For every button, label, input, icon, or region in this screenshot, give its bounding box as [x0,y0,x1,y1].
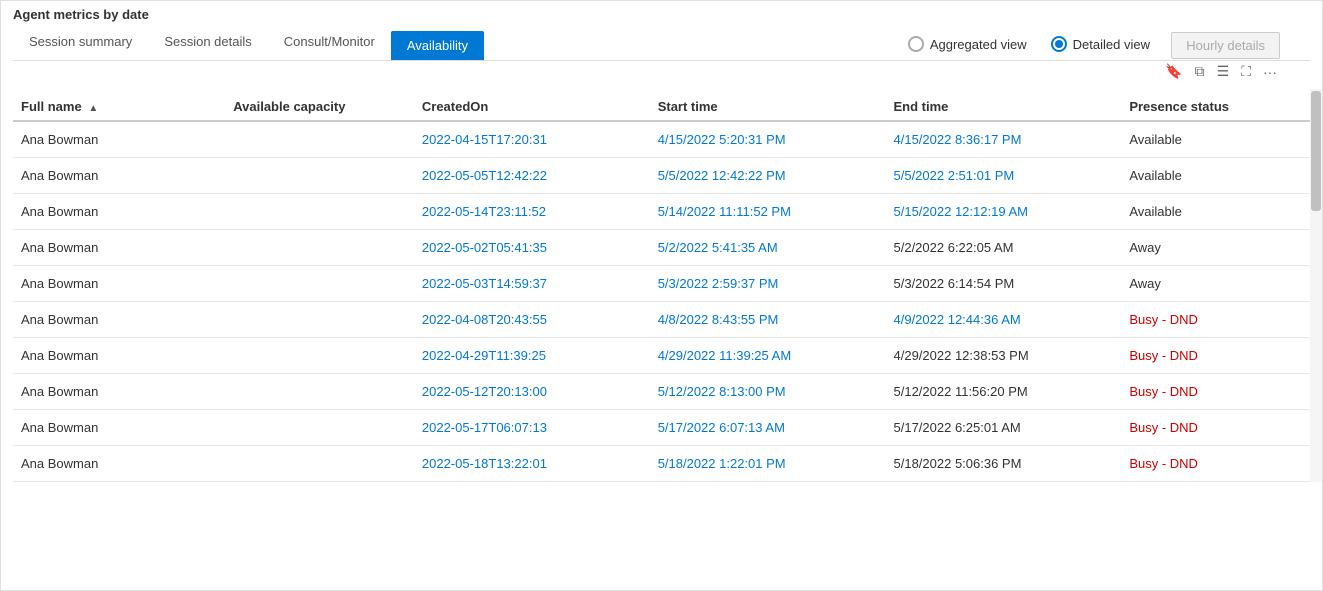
cell-start: 5/14/2022 11:11:52 PM [650,194,886,230]
cell-created: 2022-05-02T05:41:35 [414,230,650,266]
tab-session-details[interactable]: Session details [148,26,267,60]
cell-end: 5/15/2022 12:12:19 AM [886,194,1122,230]
table-row: Ana Bowman 2022-05-03T14:59:37 5/3/2022 … [13,266,1310,302]
cell-created: 2022-05-05T12:42:22 [414,158,650,194]
aggregated-view-label: Aggregated view [930,37,1027,52]
detailed-radio[interactable] [1051,36,1067,52]
cell-start: 4/8/2022 8:43:55 PM [650,302,886,338]
cell-start: 5/5/2022 12:42:22 PM [650,158,886,194]
cell-status: Busy - DND [1121,410,1310,446]
table-row: Ana Bowman 2022-05-02T05:41:35 5/2/2022 … [13,230,1310,266]
cell-start: 5/17/2022 6:07:13 AM [650,410,886,446]
col-header-fullname[interactable]: Full name ▲ [13,89,225,121]
cell-fullname: Ana Bowman [13,338,225,374]
cell-capacity [225,338,414,374]
table-row: Ana Bowman 2022-04-08T20:43:55 4/8/2022 … [13,302,1310,338]
bookmark-icon[interactable]: 🔖 [1162,61,1185,82]
cell-capacity [225,410,414,446]
detailed-view-option[interactable]: Detailed view [1051,36,1150,52]
cell-created: 2022-05-17T06:07:13 [414,410,650,446]
col-header-start: Start time [650,89,886,121]
scrollbar-track[interactable] [1310,89,1322,482]
cell-status: Available [1121,158,1310,194]
cell-capacity [225,158,414,194]
cell-fullname: Ana Bowman [13,446,225,482]
cell-capacity [225,374,414,410]
cell-start: 5/3/2022 2:59:37 PM [650,266,886,302]
cell-fullname: Ana Bowman [13,194,225,230]
cell-status: Away [1121,230,1310,266]
table-row: Ana Bowman 2022-05-17T06:07:13 5/17/2022… [13,410,1310,446]
cell-created: 2022-05-14T23:11:52 [414,194,650,230]
scrollbar-thumb[interactable] [1311,91,1321,211]
col-header-capacity: Available capacity [225,89,414,121]
cell-capacity [225,230,414,266]
detailed-view-label: Detailed view [1073,37,1150,52]
cell-status: Available [1121,194,1310,230]
cell-capacity [225,194,414,230]
cell-fullname: Ana Bowman [13,230,225,266]
filter-icon[interactable]: ☰ [1214,61,1233,82]
cell-end: 4/29/2022 12:38:53 PM [886,338,1122,374]
cell-start: 4/15/2022 5:20:31 PM [650,121,886,158]
aggregated-view-option[interactable]: Aggregated view [908,36,1027,52]
tab-session-summary[interactable]: Session summary [13,26,148,60]
expand-icon[interactable]: ⛶ [1238,61,1254,82]
cell-capacity [225,266,414,302]
data-table: Full name ▲ Available capacity CreatedOn… [13,89,1310,482]
more-icon[interactable]: ··· [1260,62,1280,82]
cell-end: 4/9/2022 12:44:36 AM [886,302,1122,338]
cell-start: 4/29/2022 11:39:25 AM [650,338,886,374]
hourly-details-button[interactable]: Hourly details [1171,32,1280,59]
table-row: Ana Bowman 2022-05-05T12:42:22 5/5/2022 … [13,158,1310,194]
cell-status: Busy - DND [1121,302,1310,338]
tab-consult-monitor[interactable]: Consult/Monitor [268,26,391,60]
table-row: Ana Bowman 2022-04-15T17:20:31 4/15/2022… [13,121,1310,158]
cell-end: 5/18/2022 5:06:36 PM [886,446,1122,482]
cell-end: 4/15/2022 8:36:17 PM [886,121,1122,158]
copy-icon[interactable]: ⧉ [1192,61,1208,82]
cell-created: 2022-05-03T14:59:37 [414,266,650,302]
cell-status: Available [1121,121,1310,158]
cell-end: 5/17/2022 6:25:01 AM [886,410,1122,446]
cell-fullname: Ana Bowman [13,374,225,410]
cell-created: 2022-05-12T20:13:00 [414,374,650,410]
cell-created: 2022-04-15T17:20:31 [414,121,650,158]
cell-start: 5/12/2022 8:13:00 PM [650,374,886,410]
cell-end: 5/5/2022 2:51:01 PM [886,158,1122,194]
cell-capacity [225,302,414,338]
cell-end: 5/3/2022 6:14:54 PM [886,266,1122,302]
page-wrapper: Agent metrics by date Session summary Se… [0,0,1323,591]
cell-fullname: Ana Bowman [13,266,225,302]
table-container: Full name ▲ Available capacity CreatedOn… [1,89,1322,482]
cell-created: 2022-05-18T13:22:01 [414,446,650,482]
cell-status: Busy - DND [1121,374,1310,410]
cell-end: 5/12/2022 11:56:20 PM [886,374,1122,410]
cell-status: Busy - DND [1121,446,1310,482]
cell-fullname: Ana Bowman [13,410,225,446]
cell-created: 2022-04-29T11:39:25 [414,338,650,374]
cell-start: 5/18/2022 1:22:01 PM [650,446,886,482]
cell-created: 2022-04-08T20:43:55 [414,302,650,338]
aggregated-radio[interactable] [908,36,924,52]
cell-fullname: Ana Bowman [13,302,225,338]
col-header-created: CreatedOn [414,89,650,121]
cell-fullname: Ana Bowman [13,158,225,194]
col-header-status: Presence status [1121,89,1310,121]
cell-capacity [225,121,414,158]
sort-arrow-fullname: ▲ [88,103,98,114]
cell-end: 5/2/2022 6:22:05 AM [886,230,1122,266]
table-row: Ana Bowman 2022-05-14T23:11:52 5/14/2022… [13,194,1310,230]
cell-fullname: Ana Bowman [13,121,225,158]
cell-status: Away [1121,266,1310,302]
cell-capacity [225,446,414,482]
col-header-end: End time [886,89,1122,121]
table-row: Ana Bowman 2022-05-12T20:13:00 5/12/2022… [13,374,1310,410]
table-row: Ana Bowman 2022-04-29T11:39:25 4/29/2022… [13,338,1310,374]
table-row: Ana Bowman 2022-05-18T13:22:01 5/18/2022… [13,446,1310,482]
page-title: Agent metrics by date [13,7,1310,26]
cell-start: 5/2/2022 5:41:35 AM [650,230,886,266]
cell-status: Busy - DND [1121,338,1310,374]
tab-availability[interactable]: Availability [391,31,484,60]
